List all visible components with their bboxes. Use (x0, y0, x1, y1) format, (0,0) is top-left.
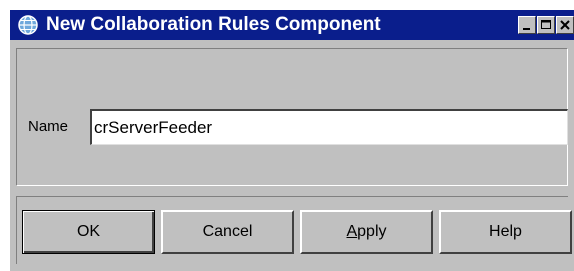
globe-icon[interactable] (18, 15, 38, 35)
maximize-button[interactable] (537, 16, 555, 34)
minimize-icon (523, 28, 530, 30)
ok-button[interactable]: OK (22, 210, 155, 254)
apply-label-rest: pply (357, 223, 387, 240)
minimize-button[interactable] (518, 16, 536, 34)
close-button[interactable] (556, 16, 574, 34)
name-label: Name (28, 118, 69, 135)
maximize-icon (541, 20, 551, 29)
title-bar[interactable]: New Collaboration Rules Component (10, 10, 574, 40)
cancel-button[interactable]: Cancel (161, 210, 294, 254)
name-field[interactable] (90, 109, 568, 145)
dialog-window: New Collaboration Rules Component Name O… (10, 10, 574, 271)
apply-button[interactable]: Apply (300, 210, 433, 254)
apply-mnemonic: A (346, 223, 358, 240)
help-button[interactable]: Help (439, 210, 572, 254)
window-title: New Collaboration Rules Component (46, 14, 381, 35)
close-icon (560, 20, 570, 30)
